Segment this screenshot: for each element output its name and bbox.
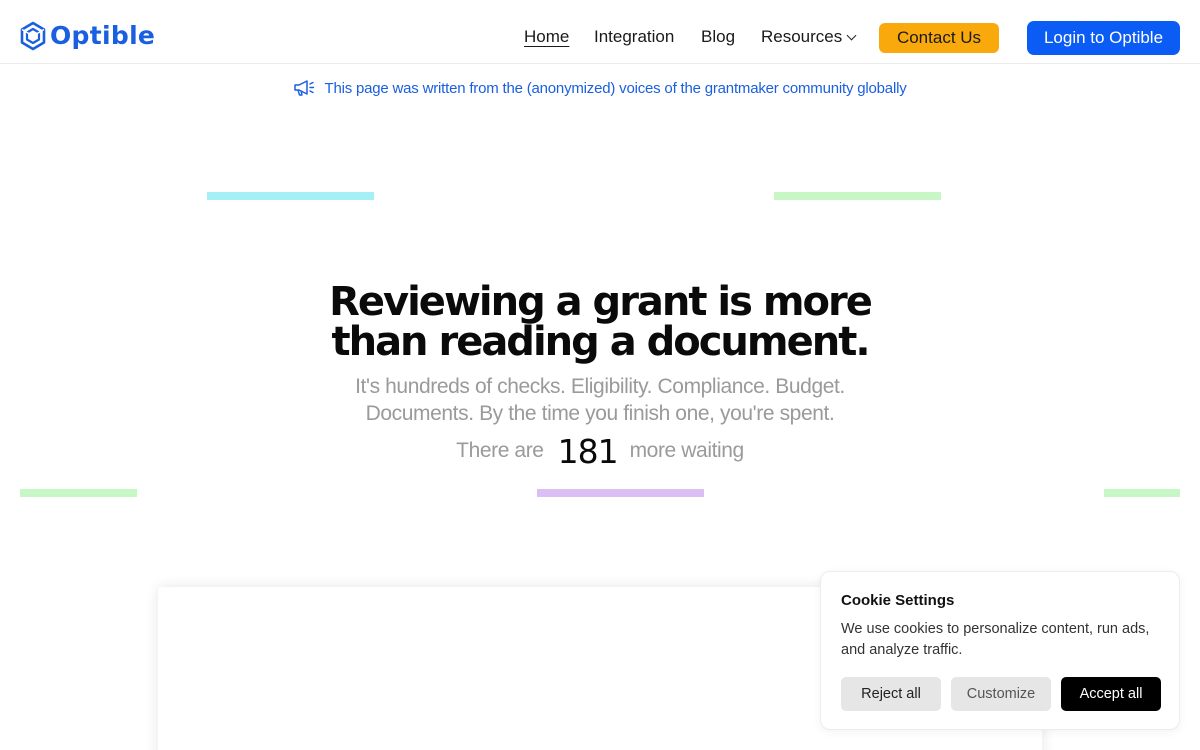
reject-all-button[interactable]: Reject all bbox=[841, 677, 941, 711]
contact-us-button[interactable]: Contact Us bbox=[879, 23, 999, 53]
logo-text: Optible bbox=[50, 21, 156, 50]
cookie-banner: Cookie Settings We use cookies to person… bbox=[820, 571, 1180, 730]
site-header: Optible Home Integration Blog Resources … bbox=[0, 0, 1200, 64]
nav-resources[interactable]: Resources bbox=[761, 27, 857, 47]
optible-logo[interactable]: Optible bbox=[20, 21, 155, 51]
decor-bar-purple bbox=[537, 489, 704, 497]
announcement-text: This page was written from the (anonymiz… bbox=[324, 79, 907, 97]
nav-integration[interactable]: Integration bbox=[594, 27, 674, 47]
announcement-banner: This page was written from the (anonymiz… bbox=[0, 76, 1200, 100]
nav-blog[interactable]: Blog bbox=[701, 27, 735, 47]
decor-bar-green-top bbox=[774, 192, 941, 200]
login-button[interactable]: Login to Optible bbox=[1027, 21, 1180, 55]
waiting-prefix: There are bbox=[456, 439, 544, 462]
waiting-counter: There are 181 more waiting bbox=[300, 430, 900, 472]
accept-all-button[interactable]: Accept all bbox=[1061, 677, 1161, 711]
hero-subtitle: It's hundreds of checks. Eligibility. Co… bbox=[355, 375, 845, 425]
waiting-count: 181 bbox=[557, 431, 619, 471]
customize-button[interactable]: Customize bbox=[951, 677, 1051, 711]
decor-bar-green-left bbox=[20, 489, 137, 497]
decor-bar-green-right bbox=[1104, 489, 1180, 497]
hero-title: Reviewing a grant is more than reading a… bbox=[329, 279, 873, 365]
nav-resources-label: Resources bbox=[761, 27, 843, 46]
waiting-suffix: more waiting bbox=[629, 439, 745, 462]
optible-logo-icon bbox=[20, 21, 46, 51]
cookie-title: Cookie Settings bbox=[841, 592, 955, 609]
cookie-text: We use cookies to personalize content, r… bbox=[841, 621, 1150, 658]
nav-home[interactable]: Home bbox=[524, 27, 569, 47]
megaphone-icon bbox=[294, 80, 315, 96]
chevron-down-icon bbox=[846, 30, 857, 41]
decor-bar-cyan bbox=[207, 192, 374, 200]
